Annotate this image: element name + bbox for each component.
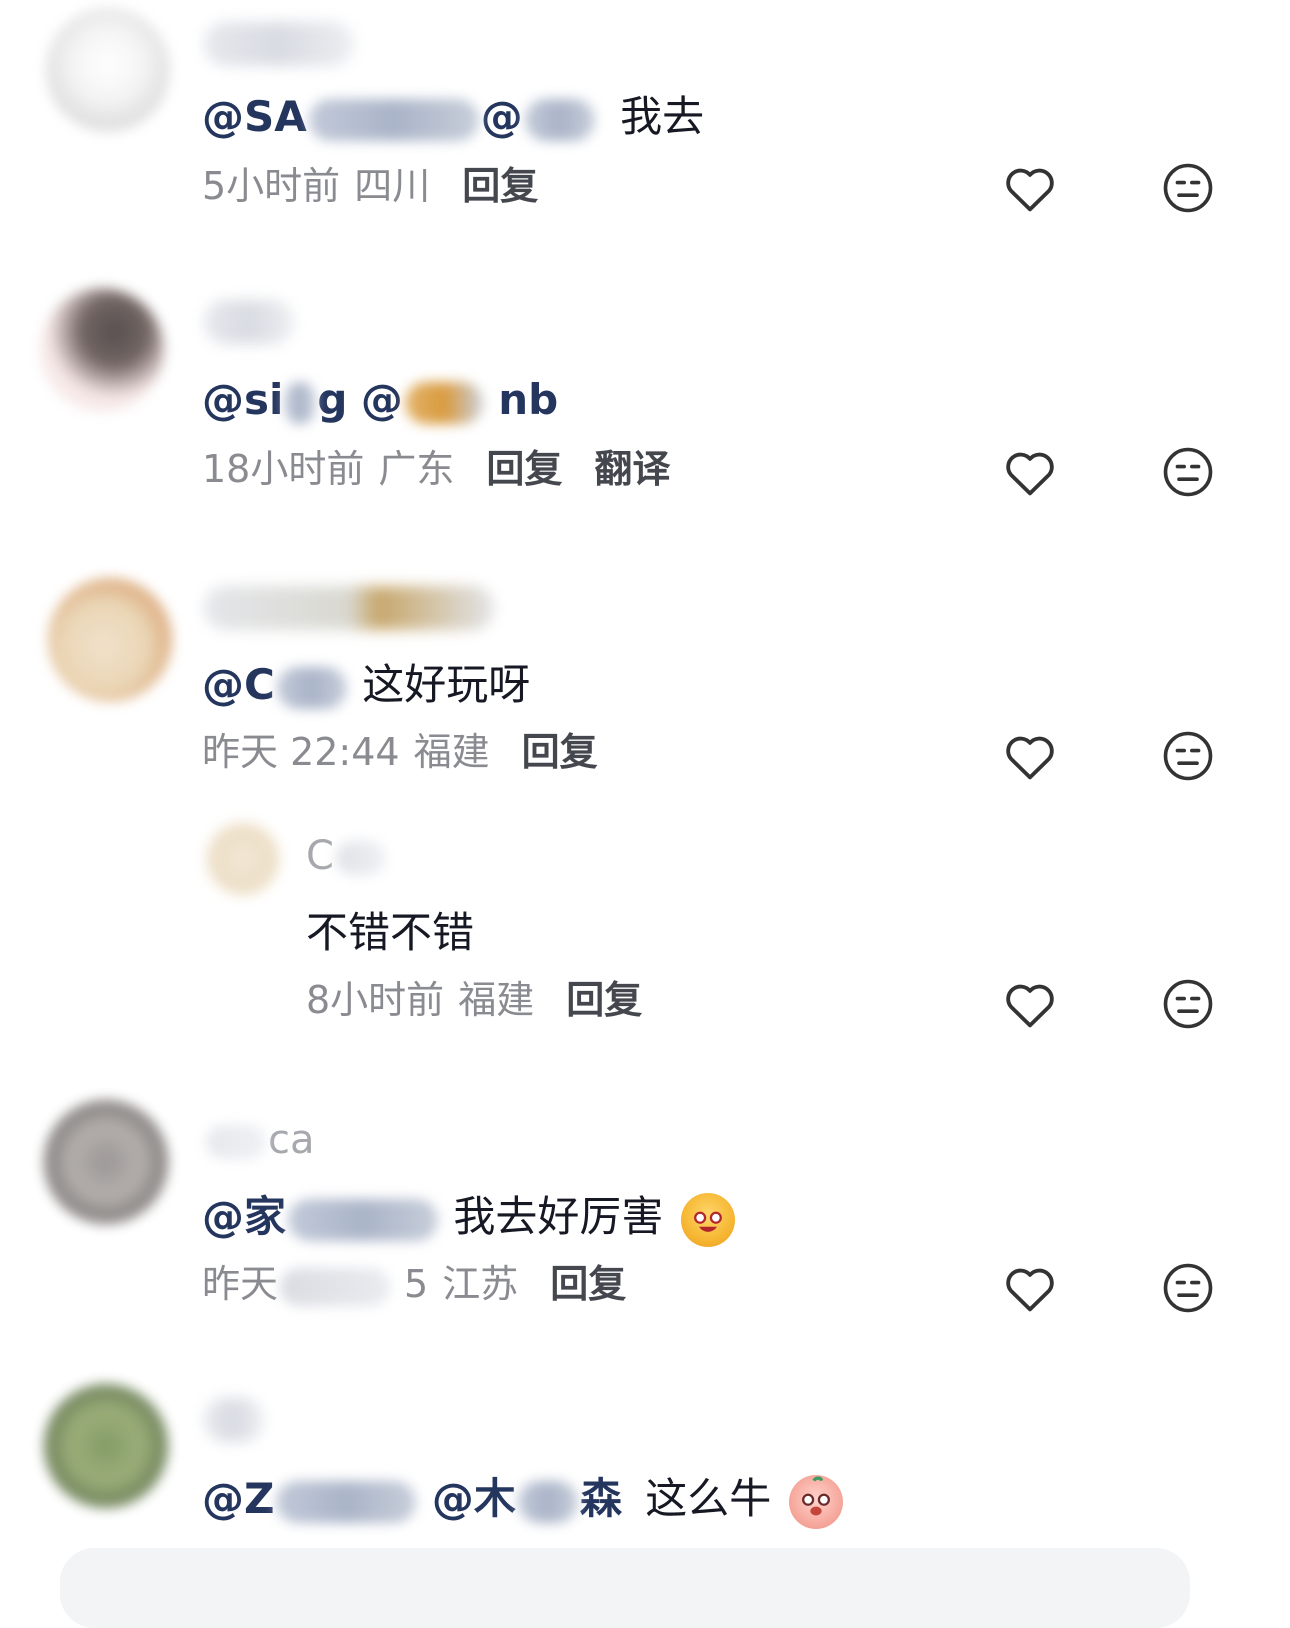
comment-text-tail: 我去 bbox=[620, 92, 705, 141]
comment-text: 不错不错 bbox=[306, 908, 475, 957]
comment-input-bar[interactable] bbox=[60, 1548, 1190, 1628]
heart-outline-icon[interactable] bbox=[1000, 158, 1060, 218]
heart-outline-icon[interactable] bbox=[1000, 1258, 1060, 1318]
mention-link[interactable]: @si bbox=[202, 375, 283, 424]
comment-meta: 昨天 5 江苏 回复 bbox=[202, 1254, 626, 1314]
meh-face-icon[interactable] bbox=[1158, 158, 1218, 218]
blurred-mention bbox=[404, 381, 483, 424]
mention-link[interactable]: @木 bbox=[432, 1474, 516, 1523]
timestamp: 8小时前 bbox=[306, 978, 445, 1022]
blurred-mention bbox=[517, 1480, 578, 1523]
mention-link[interactable]: @ bbox=[361, 375, 403, 424]
avatar[interactable] bbox=[44, 1100, 168, 1224]
username[interactable] bbox=[204, 22, 354, 66]
shy-peach-emoji bbox=[788, 1474, 843, 1529]
username[interactable] bbox=[204, 1398, 264, 1442]
timestamp: 18小时前 bbox=[202, 447, 365, 491]
comment-meta: 昨天 22:44 福建 回复 bbox=[202, 722, 598, 782]
comment-meta: 5小时前 四川 回复 bbox=[202, 156, 538, 216]
mention-link[interactable]: @ bbox=[481, 92, 523, 141]
comment-text: @si g @ nb bbox=[202, 365, 558, 435]
avatar[interactable] bbox=[44, 1384, 168, 1508]
mention-link[interactable]: @Z bbox=[202, 1474, 274, 1523]
comment-meta: 8小时前 福建 回复 bbox=[306, 970, 642, 1030]
reply-button[interactable]: 回复 bbox=[522, 730, 598, 774]
comment-text: @C 这好玩呀 bbox=[202, 650, 530, 720]
meh-face-icon[interactable] bbox=[1158, 442, 1218, 502]
username[interactable]: ca bbox=[204, 1112, 315, 1168]
reply-button[interactable]: 回复 bbox=[486, 447, 562, 491]
meh-face-icon[interactable] bbox=[1158, 726, 1218, 786]
comment-text-tail: 这么牛 bbox=[645, 1474, 772, 1523]
region: 江苏 bbox=[442, 1262, 519, 1306]
translate-button[interactable]: 翻译 bbox=[594, 447, 670, 491]
timestamp-suffix: 5 bbox=[404, 1262, 429, 1306]
avatar[interactable] bbox=[46, 8, 170, 132]
mention-link[interactable]: @SA bbox=[202, 92, 307, 141]
meh-face-icon[interactable] bbox=[1158, 974, 1218, 1034]
timestamp: 昨天 22:44 bbox=[202, 730, 400, 774]
avatar[interactable] bbox=[206, 822, 280, 896]
comment-text: @家 我去好厉害 bbox=[202, 1182, 735, 1252]
laughing-cookie-emoji bbox=[680, 1192, 735, 1247]
comment-text-tail: 这好玩呀 bbox=[362, 660, 531, 709]
region: 福建 bbox=[413, 730, 490, 774]
reply-button[interactable]: 回复 bbox=[462, 164, 538, 208]
avatar[interactable] bbox=[40, 288, 164, 412]
blurred-mention bbox=[308, 98, 479, 141]
comment-meta: 18小时前 广东 回复 翻译 bbox=[202, 439, 670, 499]
mention-link[interactable]: @C bbox=[202, 660, 275, 709]
heart-outline-icon[interactable] bbox=[1000, 442, 1060, 502]
username[interactable] bbox=[204, 300, 294, 344]
blurred-mention bbox=[276, 1480, 417, 1523]
blurred-mention bbox=[285, 381, 316, 424]
reply-button[interactable]: 回复 bbox=[550, 1262, 626, 1306]
blurred-mention bbox=[276, 666, 347, 709]
reply-button[interactable]: 回复 bbox=[566, 978, 642, 1022]
region: 四川 bbox=[354, 164, 431, 208]
avatar[interactable] bbox=[48, 578, 172, 702]
timestamp-prefix: 昨天 bbox=[202, 1262, 279, 1306]
region: 福建 bbox=[458, 978, 535, 1022]
comment-text: @SA @ 我去 bbox=[202, 82, 704, 152]
mention-link[interactable]: @家 bbox=[202, 1192, 286, 1241]
comment-text-tail: nb bbox=[498, 375, 559, 424]
comment-text-tail: 我去好厉害 bbox=[453, 1192, 664, 1241]
meh-face-icon[interactable] bbox=[1158, 1258, 1218, 1318]
username[interactable] bbox=[204, 586, 494, 630]
comment-text: @Z @木 森 这么牛 bbox=[202, 1464, 843, 1534]
mention-link[interactable]: 森 bbox=[580, 1474, 622, 1523]
heart-outline-icon[interactable] bbox=[1000, 974, 1060, 1034]
blurred-mention bbox=[524, 98, 595, 141]
blurred-mention bbox=[288, 1198, 439, 1241]
blurred-time bbox=[280, 1267, 391, 1306]
username[interactable]: C bbox=[306, 828, 388, 884]
heart-outline-icon[interactable] bbox=[1000, 726, 1060, 786]
region: 广东 bbox=[378, 447, 455, 491]
mention-link[interactable]: g bbox=[317, 375, 347, 424]
timestamp: 5小时前 bbox=[202, 164, 341, 208]
